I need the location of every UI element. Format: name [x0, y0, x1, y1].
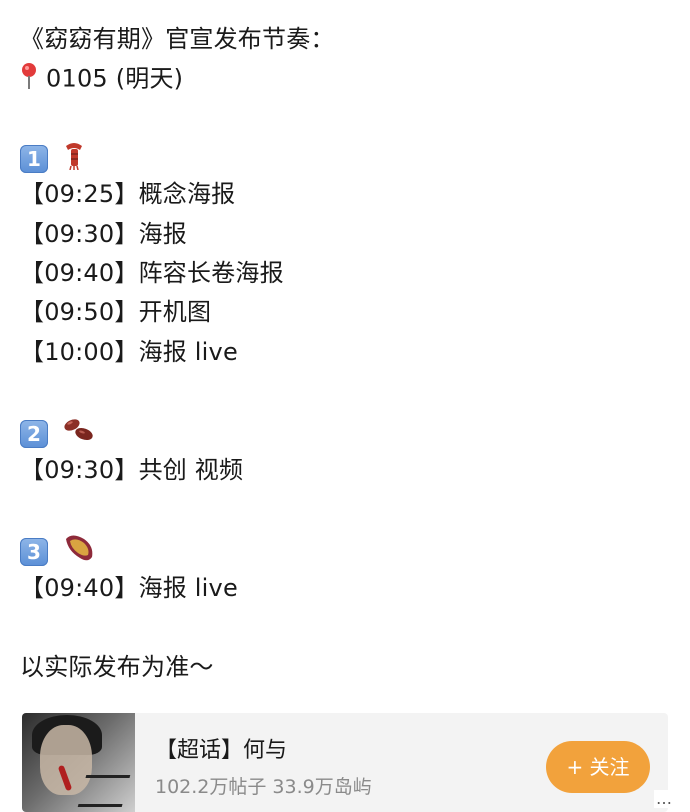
schedule-text: 海报 live	[138, 338, 238, 366]
follow-button[interactable]: + 关注	[546, 741, 650, 793]
supertopic-thumbnail	[22, 713, 135, 812]
sweet-potato-icon	[62, 533, 96, 570]
round-pushpin-icon	[20, 62, 38, 97]
post-date: 0105 (明天)	[46, 64, 184, 93]
post-footer-note: 以实际发布为准～	[20, 653, 214, 681]
schedule-text: 共创 视频	[138, 456, 244, 484]
keycap-2-icon: 2	[20, 419, 48, 448]
section-3-header: 3	[20, 533, 96, 570]
schedule-text: 概念海报	[138, 180, 236, 208]
schedule-text: 阵容长卷海报	[138, 259, 284, 287]
schedule-item: 【09:30】共创 视频	[20, 455, 243, 485]
schedule-item: 【09:40】海报 live	[20, 573, 238, 603]
schedule-item: 【09:50】开机图	[20, 297, 211, 327]
schedule-time: 【09:30】	[20, 220, 139, 248]
schedule-item: 【09:30】海报	[20, 219, 187, 249]
post-date-line: 0105 (明天)	[20, 62, 183, 97]
schedule-time: 【09:40】	[20, 259, 139, 287]
schedule-time: 【09:50】	[20, 298, 139, 326]
schedule-text: 海报 live	[138, 574, 238, 602]
schedule-time: 【09:30】	[20, 456, 139, 484]
schedule-text: 开机图	[138, 298, 212, 326]
supertopic-stats: 102.2万帖子 33.9万岛屿	[155, 776, 372, 798]
schedule-item: 【09:40】阵容长卷海报	[20, 258, 284, 288]
section-1-header: 1	[20, 140, 86, 177]
section-2-header: 2	[20, 416, 96, 451]
schedule-item: 【09:25】概念海报	[20, 179, 235, 209]
beans-icon	[62, 416, 96, 451]
more-icon[interactable]: …	[654, 790, 674, 808]
keycap-3-icon: 3	[20, 537, 48, 566]
schedule-time: 【09:25】	[20, 180, 139, 208]
schedule-time: 【09:40】	[20, 574, 139, 602]
schedule-text: 海报	[138, 220, 187, 248]
schedule-time: 【10:00】	[20, 338, 139, 366]
scarf-icon	[62, 140, 86, 177]
schedule-item: 【10:00】海报 live	[20, 337, 238, 367]
supertopic-title: 【超话】何与	[155, 738, 288, 763]
keycap-1-icon: 1	[20, 144, 48, 173]
post-title: 《窈窈有期》官宣发布节奏：	[20, 25, 335, 53]
